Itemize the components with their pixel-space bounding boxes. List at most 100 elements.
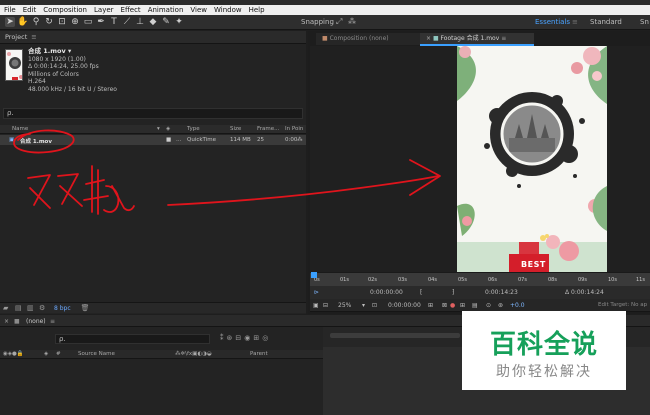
always-preview-icon[interactable]: ▣ [313, 302, 319, 309]
snapshot-icon[interactable]: ⊡ [372, 302, 377, 309]
snapping-options-icon[interactable]: ⁂ [348, 17, 358, 27]
project-panel-title[interactable]: Project [5, 33, 27, 41]
panel-menu-icon[interactable]: ≡ [31, 33, 36, 41]
brush-tool-icon[interactable]: ⟋ [122, 17, 132, 27]
new-composition-icon[interactable]: ▥ [27, 304, 36, 312]
col-size[interactable]: Size [230, 126, 241, 132]
folder-icon[interactable]: ▰ [3, 304, 12, 312]
label-col-icon[interactable]: ◈ [44, 351, 48, 357]
timeline-switch-icons[interactable]: ⁑⊛⊟◉⊞◎ [220, 334, 271, 342]
ruler-tick: 07s [518, 277, 527, 283]
timeline-tab-label[interactable]: (none) [26, 318, 46, 325]
overlay-edit-icon[interactable]: ⊠ [442, 302, 447, 309]
type-tool-icon[interactable]: T [109, 17, 119, 27]
menu-effect[interactable]: Effect [121, 5, 141, 15]
menu-help[interactable]: Help [249, 5, 265, 15]
col-in-point[interactable]: In Poin [285, 126, 303, 132]
zoom-tool-icon[interactable]: ⚲ [31, 17, 41, 27]
pen-tool-icon[interactable]: ✒ [96, 17, 106, 27]
poster-best-text: BEST [521, 260, 546, 269]
exposure-icon[interactable]: ⊛ [498, 302, 503, 309]
hand-tool-icon[interactable]: ✋ [17, 17, 28, 27]
col-type[interactable]: Type [187, 126, 200, 132]
start-time-display[interactable]: 0:00:00:00 [388, 302, 421, 309]
grid-icon[interactable]: ⊞ [460, 302, 465, 309]
composition-tab-icon: ■ [322, 35, 328, 42]
col-parent[interactable]: Parent [250, 351, 268, 357]
footage-name[interactable]: 合成 1.mov ▾ [28, 47, 117, 56]
footage-thumbnail [5, 49, 23, 81]
magnification-dropdown[interactable]: 25% [338, 302, 351, 309]
col-sort-icon[interactable]: ▾ [157, 126, 160, 132]
trash-icon[interactable]: 🗑 [81, 304, 90, 312]
rectangle-tool-icon[interactable]: ▭ [83, 17, 93, 27]
color-channel-icon[interactable]: ● [450, 302, 455, 309]
workspace-standard[interactable]: Standard [590, 15, 622, 30]
snapping-label[interactable]: Snapping [301, 15, 334, 30]
ruler-tick: 03s [398, 277, 407, 283]
watermark-subtitle: 助你轻松解决 [496, 364, 592, 380]
workspace-menu-icon[interactable]: ≡ [572, 15, 578, 30]
project-search-input[interactable]: ρ. [3, 108, 303, 119]
footage-frame: BEST [457, 46, 607, 272]
roto-brush-tool-icon[interactable]: ✎ [161, 17, 171, 27]
av-switches-icon[interactable]: ◉◈●🔒 [3, 351, 24, 357]
pan-behind-tool-icon[interactable]: ⊕ [70, 17, 80, 27]
footage-resolution: 1080 x 1920 (1.00) [28, 55, 86, 63]
workspace-small-screen[interactable]: Sn [640, 15, 649, 30]
menu-view[interactable]: View [190, 5, 207, 15]
settings-icon[interactable]: ⚙ [39, 304, 48, 312]
set-out-icon[interactable]: ⁆ [452, 289, 454, 296]
tools-toolbar: ➤ ✋ ⚲ ↻ ⊡ ⊕ ▭ ✒ T ⟋ ⊥ ◆ ✎ ✦ Snapping ⤢ ⁂… [0, 15, 650, 30]
close-icon[interactable]: × [4, 318, 9, 325]
timeline-menu-icon[interactable]: ≡ [50, 318, 55, 325]
tab-composition[interactable]: ■ Composition (none) [316, 33, 420, 45]
magnification-chevron-icon[interactable]: ▾ [362, 302, 365, 309]
menu-edit[interactable]: Edit [23, 5, 37, 15]
eraser-tool-icon[interactable]: ◆ [148, 17, 158, 27]
out-point-display[interactable]: 0:00:14:23 [485, 289, 518, 296]
snapping-icon[interactable]: ⤢ [336, 17, 346, 27]
view-options-icon[interactable]: ▤ [472, 302, 478, 309]
selection-tool-icon[interactable]: ➤ [5, 17, 15, 27]
menu-window[interactable]: Window [214, 5, 242, 15]
viewer-time-bar: ⊳ 0:00:00:00 ⁅ ⁆ 0:00:14:23 Δ 0:00:14:24 [310, 286, 650, 299]
time-ruler[interactable]: 0s 01s 02s 03s 04s 05s 06s 07s 08s 09s 1… [310, 272, 650, 286]
col-source-name[interactable]: Source Name [78, 351, 115, 357]
workspace-essentials[interactable]: Essentials [535, 15, 570, 30]
timeline-zoom-slider[interactable] [330, 333, 460, 338]
camera-icon[interactable]: ⊙ [486, 302, 491, 309]
duration-display: Δ 0:00:14:24 [565, 289, 604, 296]
number-col[interactable]: # [56, 351, 61, 357]
menu-composition[interactable]: Composition [43, 5, 87, 15]
timeline-search-input[interactable]: ρ. [55, 334, 210, 344]
menu-layer[interactable]: Layer [94, 5, 114, 15]
tab-menu-icon[interactable]: ≡ [501, 35, 506, 42]
footage-duration: Δ 0:00:14:24, 25.00 fps [28, 63, 99, 70]
exposure-value[interactable]: +0.0 [510, 302, 525, 309]
layer-switches-icon[interactable]: ⁂✲\fx▣◐◑◒ [175, 351, 212, 357]
col-name[interactable]: Name [12, 126, 28, 132]
menu-animation[interactable]: Animation [148, 5, 184, 15]
table-row[interactable]: ▣ 合成 1.mov ■ … QuickTime 114 MB 25 0:00 … [0, 135, 306, 145]
current-time-indicator[interactable] [311, 272, 317, 278]
footage-tab-icon: ■ [432, 35, 439, 42]
col-frame-rate[interactable]: Frame... [257, 126, 279, 132]
puppet-pin-tool-icon[interactable]: ✦ [174, 17, 184, 27]
watermark: 百科全说 助你轻松解决 [462, 311, 626, 390]
ripple-insert-icon[interactable]: ⊞ [428, 302, 433, 309]
in-point-icon[interactable]: ⊳ [314, 289, 319, 296]
display-options-icon[interactable]: ⊟ [323, 302, 328, 309]
current-time-display[interactable]: 0:00:00:00 [370, 289, 403, 296]
tab-close-icon[interactable]: × [426, 35, 431, 42]
rotate-tool-icon[interactable]: ↻ [44, 17, 54, 27]
set-in-icon[interactable]: ⁅ [420, 289, 422, 296]
col-label-icon[interactable]: ◈ [166, 126, 170, 132]
clone-stamp-tool-icon[interactable]: ⊥ [135, 17, 145, 27]
row-size: 114 MB [230, 137, 251, 143]
footage-file-icon: ▣ [9, 137, 15, 143]
bit-depth-button[interactable]: 8 bpc [54, 305, 71, 312]
menu-file[interactable]: File [4, 5, 16, 15]
new-folder-icon[interactable]: ▤ [15, 304, 24, 312]
camera-tool-icon[interactable]: ⊡ [57, 17, 67, 27]
